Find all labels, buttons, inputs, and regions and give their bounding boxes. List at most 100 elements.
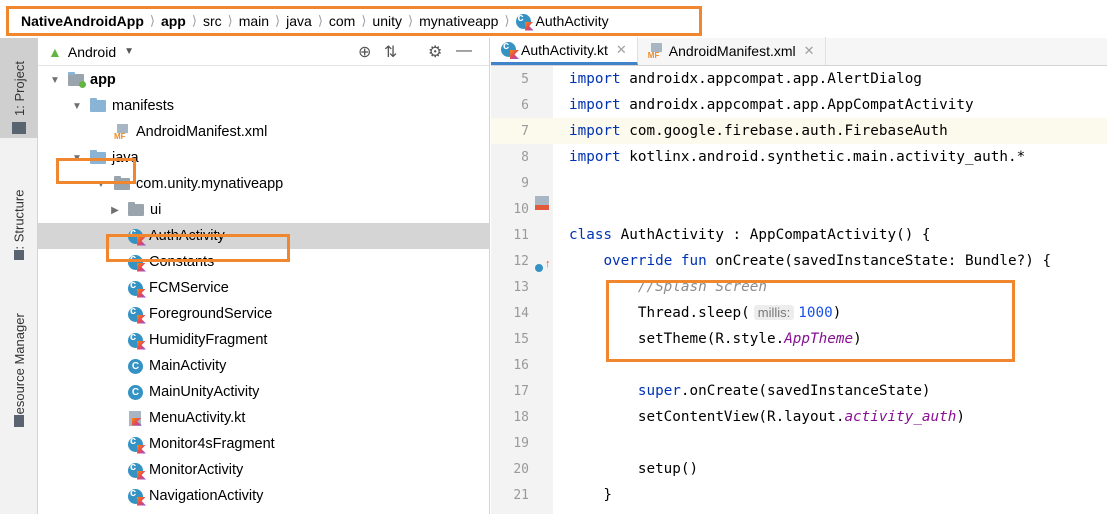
code-line[interactable]: 6 import androidx.appcompat.app.AppCompat… [491,92,1107,118]
code-line[interactable]: 20 setup() [491,456,1107,482]
tree-item[interactable]: ▼ app [38,67,490,93]
editor-tab-label: AuthActivity.kt [521,41,608,58]
line-number: 19 [513,435,529,451]
folder-icon [90,98,106,112]
breadcrumb: NativeAndroidApp ⟩ app ⟩ src ⟩ main ⟩ java ⟩ com ⟩ u… [6,6,702,36]
line-number: 14 [513,305,529,321]
code-line[interactable]: 18 setContentView(R.layout.activity_auth… [491,404,1107,430]
code-text: Thread.sleep(millis: 1000) [569,305,842,321]
expand-open-icon[interactable]: ▼ [70,101,84,112]
tree-item[interactable]: NavigationActivity [38,483,490,509]
tree-item[interactable]: MonitorActivity [38,457,490,483]
line-number: 15 [513,331,529,347]
breadcrumb-item[interactable]: NativeAndroidApp [21,13,144,29]
line-number: 9 [521,175,529,191]
code-line[interactable]: 14 Thread.sleep(millis: 1000) [491,300,1107,326]
code-line[interactable]: 12 override fun onCreate(savedInstanceSt… [491,248,1107,274]
code-line[interactable]: 15 setTheme(R.style.AppTheme) [491,326,1107,352]
breadcrumb-item[interactable]: java [286,13,312,29]
tree-item-label: java [112,150,139,166]
expand-open-icon[interactable]: ▼ [48,75,62,86]
line-number: 16 [513,357,529,373]
breadcrumb-item[interactable]: com [329,13,355,29]
hide-icon[interactable]: — [456,42,472,60]
tree-item-label: MainUnityActivity [149,384,260,400]
breadcrumb-item[interactable]: unity [372,13,402,29]
kotlin-class-icon [128,279,143,296]
layout-file-gutter-icon[interactable] [535,196,549,210]
code-text: import kotlinx.android.synthetic.main.ac… [569,149,1026,165]
breadcrumb-item[interactable]: app [161,13,186,29]
line-number: 8 [521,149,529,165]
tree-item[interactable]: AuthActivity [38,223,490,249]
tree-item[interactable]: HumidityFragment [38,327,490,353]
tree-item[interactable]: ForegroundService [38,301,490,327]
tree-item[interactable]: Monitor4sFragment [38,431,490,457]
kotlin-class-icon [128,253,143,270]
breadcrumb-item[interactable]: AuthActivity [536,13,609,29]
tree-item[interactable]: FCMService [38,275,490,301]
tree-item[interactable]: ▶ ui [38,197,490,223]
expand-open-icon[interactable]: ▼ [70,153,84,164]
chevron-down-icon[interactable]: ▼ [124,46,134,57]
code-line[interactable]: 7 import com.google.firebase.auth.Firebas… [491,118,1107,144]
expand-open-icon[interactable]: ▼ [94,179,108,190]
tree-item-label: manifests [112,98,175,114]
code-line[interactable]: 19 [491,430,1107,456]
gear-icon[interactable]: ⚙ [428,42,442,62]
code-editor: AuthActivity.kt ✕ AndroidManifest.xml ✕ 5 im… [491,37,1107,514]
kotlin-class-icon [128,487,143,504]
tree-item[interactable]: C MainUnityActivity [38,379,490,405]
code-line[interactable]: 10 [491,196,1107,222]
tree-item[interactable]: ▼ com.unity.mynativeapp [38,171,490,197]
code-text: //Splash Screen [569,279,767,295]
code-text: class AuthActivity : AppCompatActivity()… [569,227,931,243]
package-icon [114,176,130,190]
project-view-selector[interactable]: Android [68,44,116,60]
close-icon[interactable]: ✕ [804,43,815,59]
breadcrumb-item[interactable]: mynativeapp [419,13,498,29]
tree-item[interactable]: ▼ java [38,145,490,171]
editor-tab[interactable]: AuthActivity.kt ✕ [491,37,638,65]
project-panel: ▲ Android ▼ ⊕ ⇅ ⚙ — ▼ app ▼ manifests Androi… [38,38,490,514]
tree-item[interactable]: Constants [38,249,490,275]
editor-tabs: AuthActivity.kt ✕ AndroidManifest.xml ✕ [491,37,1107,66]
line-number: 20 [513,461,529,477]
kotlin-file-icon [128,410,143,426]
tree-item[interactable]: MenuActivity.kt [38,405,490,431]
java-class-icon: C [128,358,143,374]
override-gutter-icon[interactable] [535,264,543,272]
tree-item-label: AndroidManifest.xml [136,124,268,140]
tree-item[interactable]: C MainActivity [38,353,490,379]
code-line[interactable]: 9 [491,170,1107,196]
close-icon[interactable]: ✕ [616,42,627,58]
locate-icon[interactable]: ⊕ [358,42,371,62]
code-line[interactable]: 21 } [491,482,1107,508]
project-tool-icon [12,122,26,134]
expand-closed-icon[interactable]: ▶ [108,205,122,216]
tree-item[interactable]: AndroidManifest.xml [38,119,490,145]
tree-item[interactable]: ▼ manifests [38,93,490,119]
breadcrumb-item[interactable]: src [203,13,222,29]
tab-structure-label: Z: Structure [11,189,27,257]
collapse-all-icon[interactable]: ⇅ [384,42,397,62]
tab-structure[interactable]: Z: Structure [0,168,38,278]
tree-item-label: app [90,72,116,88]
code-line[interactable]: 17 super.onCreate(savedInstanceState) [491,378,1107,404]
code-text: setContentView(R.layout.activity_auth) [569,409,965,425]
tree-item-label: HumidityFragment [149,332,268,348]
line-number: 11 [513,227,529,243]
code-line[interactable]: 13 //Splash Screen [491,274,1107,300]
code-line[interactable]: 5 import androidx.appcompat.app.AlertDial… [491,66,1107,92]
code-text: setTheme(R.style.AppTheme) [569,331,862,347]
tree-item-label: ui [150,202,162,218]
breadcrumb-item[interactable]: main [239,13,269,29]
arrow-up-icon[interactable]: ↑ [545,258,559,272]
breadcrumb-separator-icon: ⟩ [275,13,281,28]
code-line[interactable]: 8 import kotlinx.android.synthetic.main.a… [491,144,1107,170]
kotlin-class-icon [128,435,143,452]
tab-project-label: 1: Project [11,60,27,116]
editor-tab[interactable]: AndroidManifest.xml ✕ [638,37,826,65]
code-line[interactable]: 11 class AuthActivity : AppCompatActivity… [491,222,1107,248]
code-line[interactable]: 16 [491,352,1107,378]
